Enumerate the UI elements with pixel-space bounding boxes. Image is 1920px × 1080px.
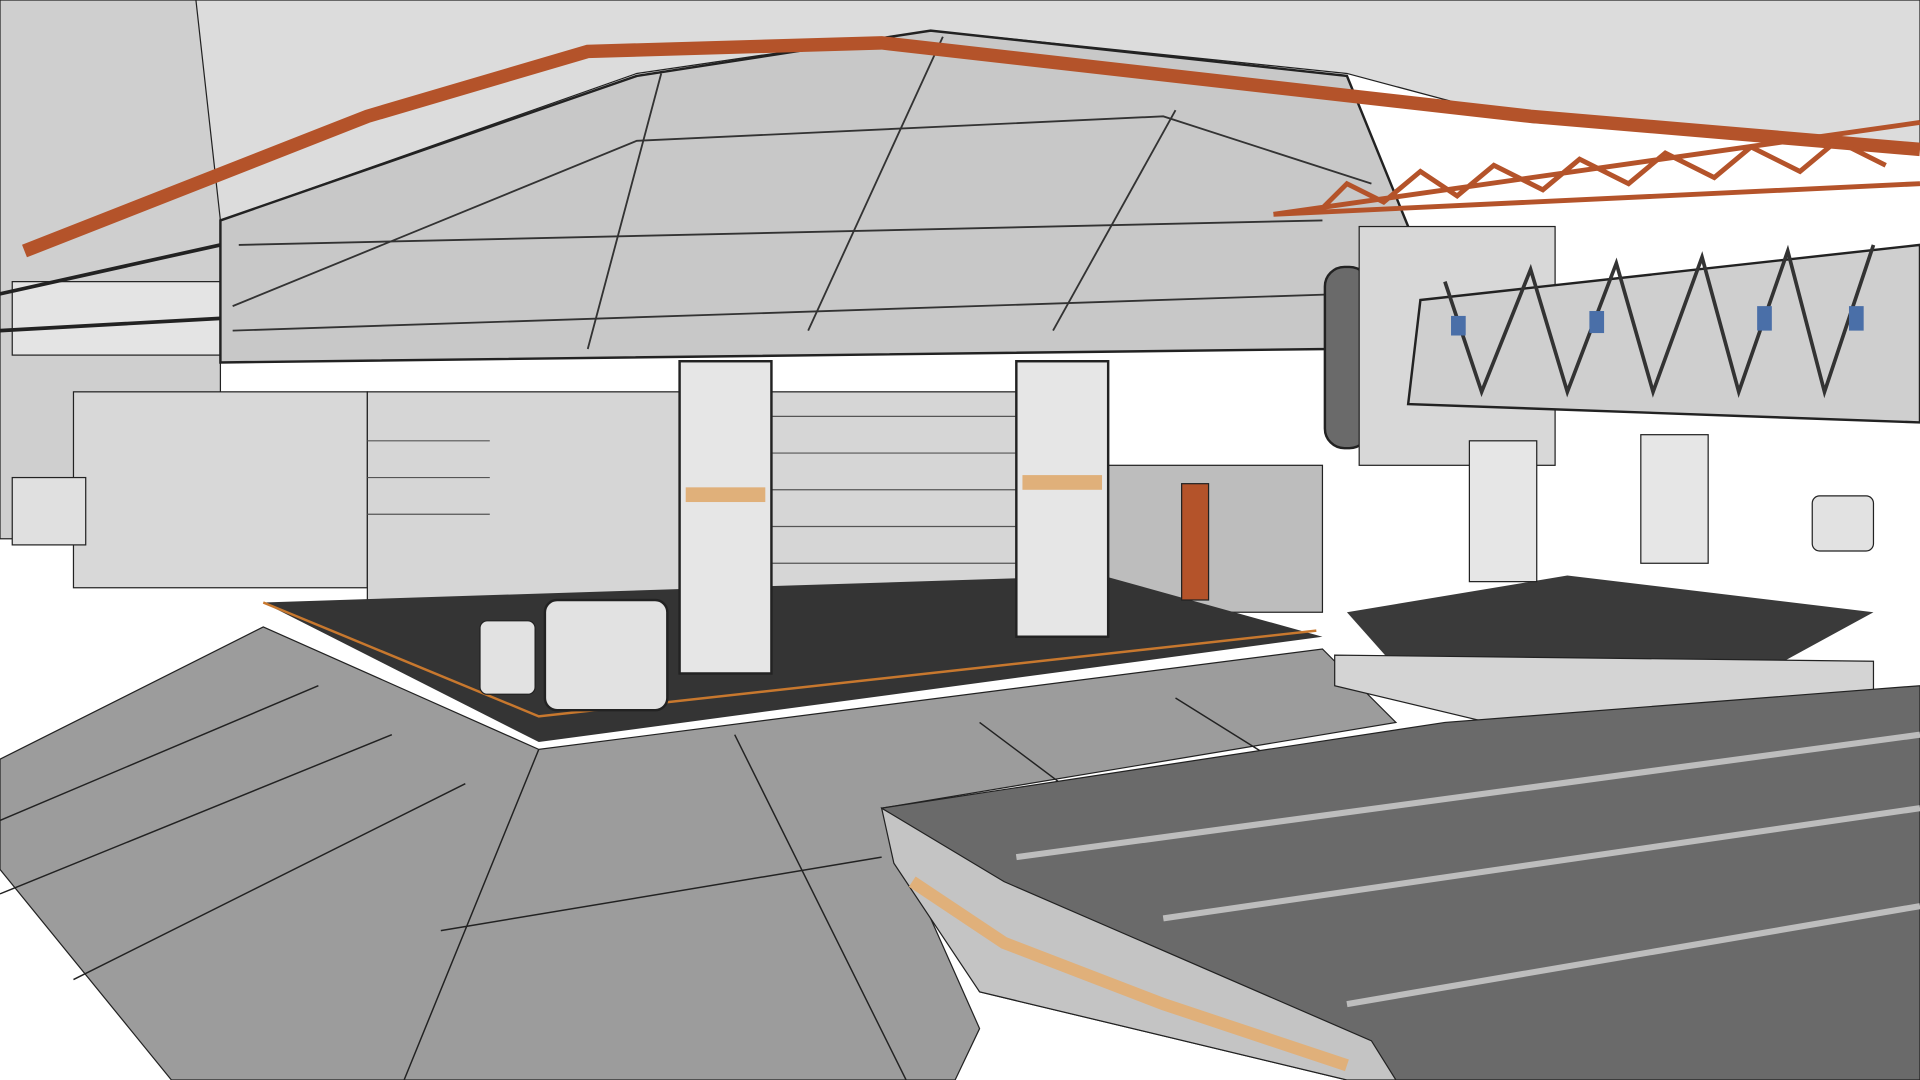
right-pillar xyxy=(1468,440,1538,583)
hangar-scene xyxy=(0,0,1920,1080)
orange-column xyxy=(1181,483,1210,601)
pillar-accent xyxy=(1022,475,1103,490)
storage-tank xyxy=(479,620,536,695)
right-pillar xyxy=(1640,434,1709,564)
pillar xyxy=(678,360,773,675)
right-tank xyxy=(1811,495,1875,552)
storage-tank xyxy=(543,598,669,712)
pillar-accent xyxy=(685,487,766,503)
pillar xyxy=(1015,360,1110,638)
